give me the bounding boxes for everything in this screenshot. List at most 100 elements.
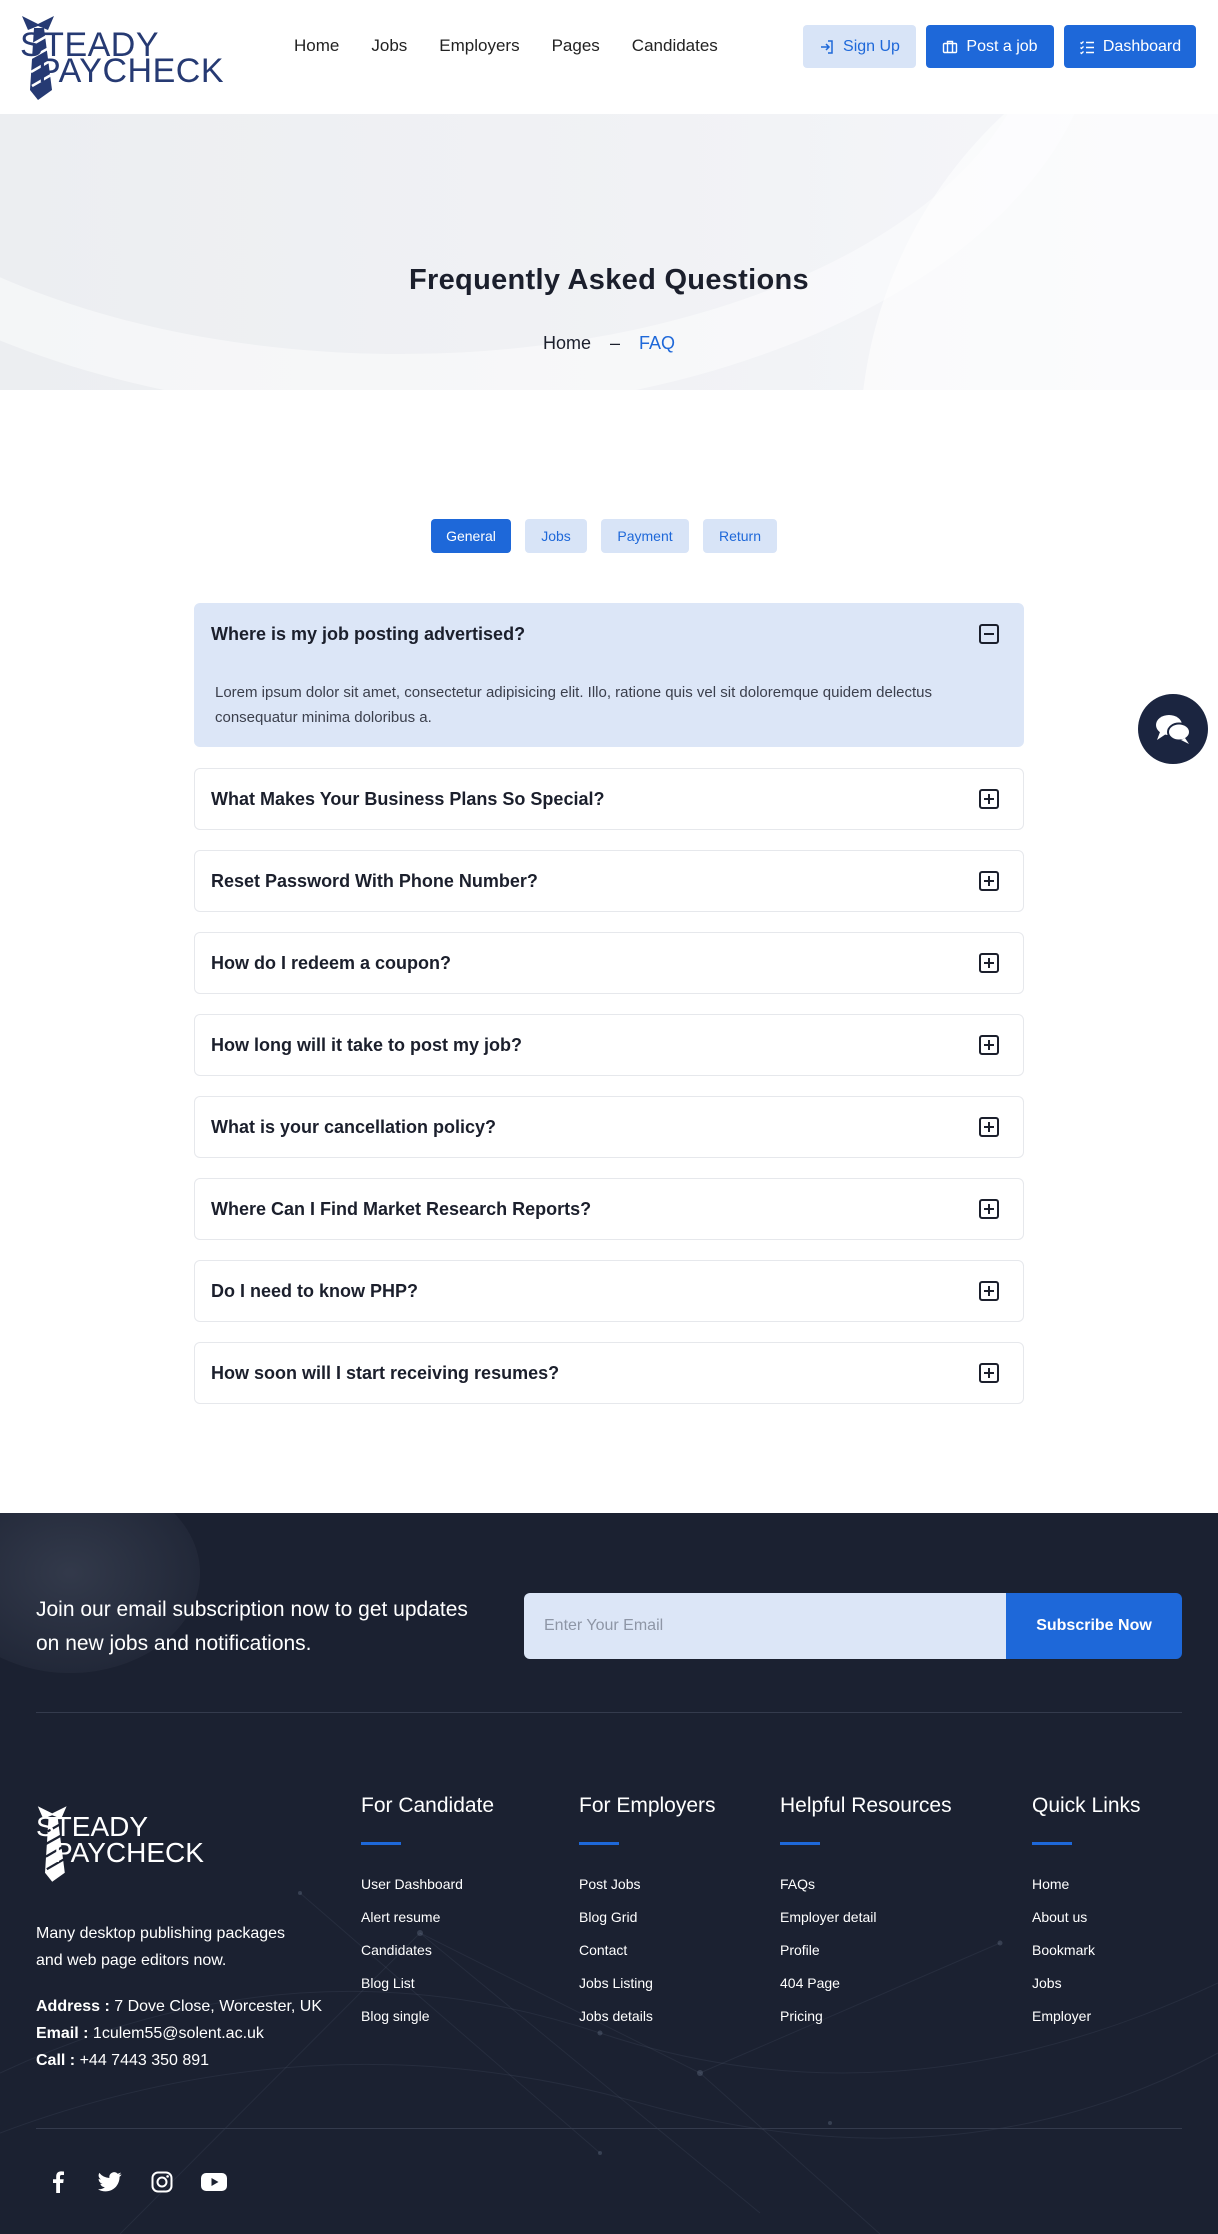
footer-link[interactable]: Jobs Listing: [579, 1967, 716, 2000]
faq-question[interactable]: What is your cancellation policy?: [211, 1117, 496, 1138]
expand-icon[interactable]: [979, 1117, 999, 1137]
footer-link[interactable]: Post Jobs: [579, 1868, 716, 1901]
footer-link[interactable]: User Dashboard: [361, 1868, 494, 1901]
faq-question[interactable]: How soon will I start receiving resumes?: [211, 1363, 559, 1384]
footer-address: Address : 7 Dove Close, Worcester, UK: [36, 1993, 322, 2020]
tab-return[interactable]: Return: [703, 519, 777, 553]
footer-link[interactable]: Bookmark: [1032, 1934, 1141, 1967]
expand-icon[interactable]: [979, 1363, 999, 1383]
chat-button[interactable]: [1138, 694, 1208, 764]
tab-general[interactable]: General: [431, 519, 511, 553]
footer-description: Many desktop publishing packages and web…: [36, 1925, 286, 1969]
breadcrumb: Home – FAQ: [0, 333, 1218, 354]
faq-item[interactable]: How soon will I start receiving resumes?: [194, 1342, 1024, 1404]
footer-link[interactable]: Alert resume: [361, 1901, 494, 1934]
breadcrumb-home[interactable]: Home: [543, 333, 591, 353]
nav-home[interactable]: Home: [294, 34, 339, 58]
expand-icon[interactable]: [979, 1199, 999, 1219]
footer-link[interactable]: Candidates: [361, 1934, 494, 1967]
expand-icon[interactable]: [979, 953, 999, 973]
facebook-icon[interactable]: [44, 2168, 72, 2196]
footer-link[interactable]: Pricing: [780, 2000, 952, 2033]
faq-question[interactable]: Where Can I Find Market Research Reports…: [211, 1199, 591, 1220]
title-underline: [361, 1842, 401, 1845]
footer-link[interactable]: Jobs details: [579, 2000, 716, 2033]
footer-link[interactable]: Contact: [579, 1934, 716, 1967]
dashboard-button[interactable]: Dashboard: [1064, 25, 1196, 68]
expand-icon[interactable]: [979, 871, 999, 891]
footer-divider: [36, 1712, 1182, 1713]
footer-link[interactable]: FAQs: [780, 1868, 952, 1901]
subscribe-button[interactable]: Subscribe Now: [1006, 1593, 1182, 1659]
footer-link[interactable]: Jobs: [1032, 1967, 1141, 2000]
faq-item[interactable]: How long will it take to post my job?: [194, 1014, 1024, 1076]
footer-col-title: Helpful Resources: [780, 1794, 952, 1817]
footer-link[interactable]: Blog single: [361, 2000, 494, 2033]
faq-question[interactable]: Reset Password With Phone Number?: [211, 871, 538, 892]
footer-divider: [36, 2128, 1182, 2129]
footer-link[interactable]: About us: [1032, 1901, 1141, 1934]
footer-col-title: Quick Links: [1032, 1794, 1141, 1817]
nav-employers[interactable]: Employers: [439, 34, 519, 58]
breadcrumb-current: FAQ: [639, 333, 676, 353]
footer-link[interactable]: Home: [1032, 1868, 1141, 1901]
faq-item[interactable]: What Makes Your Business Plans So Specia…: [194, 768, 1024, 830]
call-label: Call :: [36, 2052, 76, 2069]
youtube-icon[interactable]: [200, 2168, 228, 2196]
sign-up-button[interactable]: Sign Up: [803, 25, 916, 68]
faq-item[interactable]: Do I need to know PHP?: [194, 1260, 1024, 1322]
tab-payment[interactable]: Payment: [601, 519, 689, 553]
footer-col-resources: Helpful Resources FAQs Employer detail P…: [780, 1791, 952, 2033]
footer-logo[interactable]: STEADY PAYCHECK: [36, 1803, 226, 1889]
title-underline: [1032, 1842, 1072, 1845]
instagram-icon[interactable]: [148, 2168, 176, 2196]
faq-item[interactable]: Where is my job posting advertised? Lore…: [194, 603, 1024, 747]
site-logo[interactable]: STEADY PAYCHECK: [20, 14, 224, 102]
faq-question[interactable]: Do I need to know PHP?: [211, 1281, 418, 1302]
faq-question[interactable]: How do I redeem a coupon?: [211, 953, 451, 974]
post-job-label: Post a job: [966, 37, 1038, 55]
faq-item[interactable]: How do I redeem a coupon?: [194, 932, 1024, 994]
title-underline: [780, 1842, 820, 1845]
expand-icon[interactable]: [979, 789, 999, 809]
nav-pages[interactable]: Pages: [552, 34, 600, 58]
faq-item[interactable]: Where Can I Find Market Research Reports…: [194, 1178, 1024, 1240]
subscribe-form: Subscribe Now: [524, 1593, 1182, 1659]
address-value: 7 Dove Close, Worcester, UK: [114, 1998, 323, 2015]
tab-jobs[interactable]: Jobs: [525, 519, 587, 553]
page-banner: Frequently Asked Questions Home – FAQ: [0, 114, 1218, 390]
email-input[interactable]: [524, 1593, 1006, 1659]
faq-item[interactable]: What is your cancellation policy?: [194, 1096, 1024, 1158]
collapse-icon[interactable]: [979, 624, 999, 644]
footer-col-candidate: For Candidate User Dashboard Alert resum…: [361, 1791, 494, 2033]
nav-candidates[interactable]: Candidates: [632, 34, 718, 58]
footer-link[interactable]: Blog List: [361, 1967, 494, 2000]
nav-jobs[interactable]: Jobs: [371, 34, 407, 58]
email-value[interactable]: 1culem55@solent.ac.uk: [93, 2025, 264, 2042]
footer-col-employers: For Employers Post Jobs Blog Grid Contac…: [579, 1791, 716, 2033]
page-title: Frequently Asked Questions: [409, 264, 809, 296]
post-job-button[interactable]: Post a job: [926, 25, 1054, 68]
footer-link[interactable]: Profile: [780, 1934, 952, 1967]
faq-question[interactable]: What Makes Your Business Plans So Specia…: [211, 789, 604, 810]
faq-question[interactable]: How long will it take to post my job?: [211, 1035, 522, 1056]
faq-item[interactable]: Reset Password With Phone Number?: [194, 850, 1024, 912]
breadcrumb-separator: –: [609, 333, 620, 353]
email-label: Email :: [36, 2025, 89, 2042]
footer-link[interactable]: 404 Page: [780, 1967, 952, 2000]
footer-link[interactable]: Employer: [1032, 2000, 1141, 2033]
expand-icon[interactable]: [979, 1035, 999, 1055]
footer-logo-line-2: PAYCHECK: [54, 1837, 204, 1868]
footer-link[interactable]: Employer detail: [780, 1901, 952, 1934]
faq-answer: Lorem ipsum dolor sit amet, consectetur …: [215, 684, 933, 726]
footer-link[interactable]: Blog Grid: [579, 1901, 716, 1934]
sign-up-label: Sign Up: [843, 37, 900, 55]
footer-col-quick-links: Quick Links Home About us Bookmark Jobs …: [1032, 1791, 1141, 2033]
faq-question[interactable]: Where is my job posting advertised?: [211, 624, 525, 645]
faq-category-tabs: General Jobs Payment Return: [431, 519, 777, 553]
sign-in-icon: [821, 39, 833, 54]
phone-value[interactable]: +44 7443 350 891: [80, 2052, 209, 2069]
main-nav: Home Jobs Employers Pages Candidates: [294, 34, 718, 58]
expand-icon[interactable]: [979, 1281, 999, 1301]
twitter-icon[interactable]: [96, 2168, 124, 2196]
